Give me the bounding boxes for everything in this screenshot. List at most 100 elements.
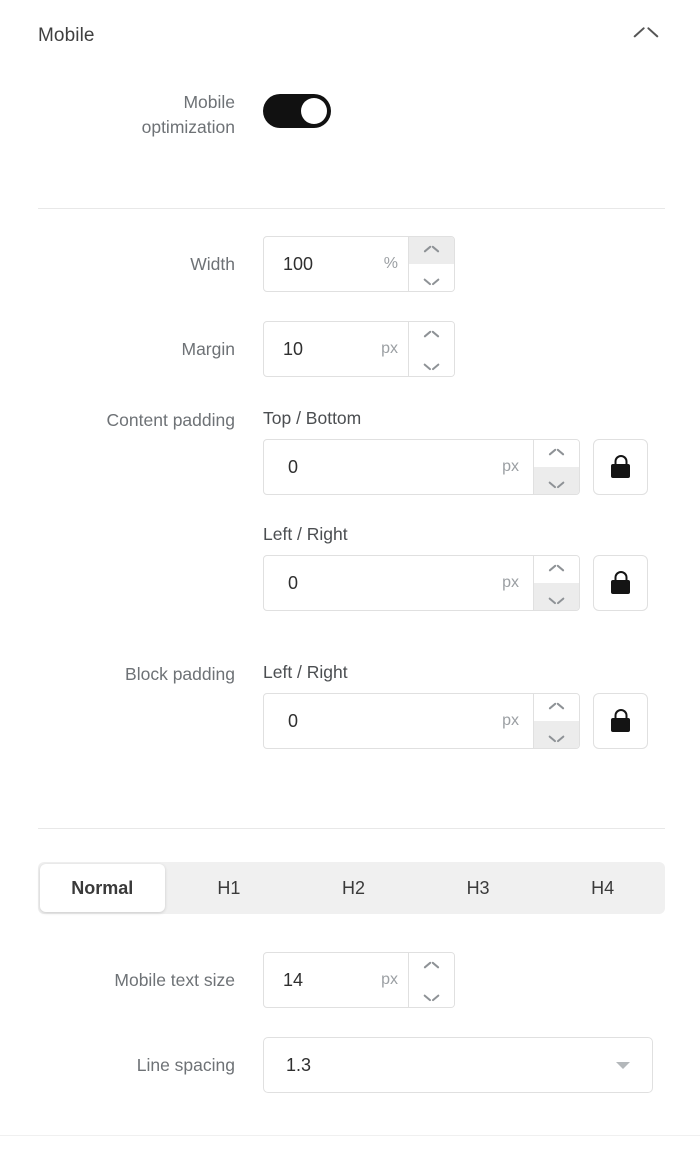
tab-h1-label: H1 — [217, 877, 241, 898]
chevron-up-icon — [424, 331, 439, 340]
lock-closed-icon — [611, 571, 630, 595]
collapse-section-button[interactable] — [626, 16, 666, 56]
width-value: 100 — [283, 253, 314, 274]
tab-h3[interactable]: H3 — [416, 862, 541, 914]
margin-unit: px — [381, 340, 398, 357]
block-padding-left-right-spinner[interactable] — [533, 694, 579, 748]
chevron-up-icon — [549, 449, 564, 458]
chevron-up-icon — [635, 30, 657, 43]
mobile-text-size-unit: px — [381, 971, 398, 988]
block-padding-label: Block padding — [125, 664, 235, 684]
lock-body — [611, 464, 630, 478]
content-padding-left-right-spinner[interactable] — [533, 556, 579, 610]
tab-h2[interactable]: H2 — [291, 862, 416, 914]
text-style-tabs: Normal H1 H2 H3 H4 — [38, 862, 665, 914]
margin-increment-button[interactable] — [409, 322, 454, 349]
content-padding-top-bottom-input[interactable]: 0 px — [264, 440, 533, 494]
width-increment-button[interactable] — [409, 237, 454, 264]
mobile-text-size-value: 14 — [283, 969, 304, 990]
block-padding-left-right-input[interactable]: 0 px — [264, 694, 533, 748]
mobile-text-size-input[interactable]: 14 px — [264, 953, 408, 1007]
width-label: Width — [190, 254, 235, 274]
block-padding-left-right-stepper[interactable]: 0 px — [263, 693, 580, 749]
mobile-text-size-spinner[interactable] — [408, 953, 454, 1007]
content-padding-top-bottom-lock-button[interactable] — [593, 439, 648, 495]
content-padding-left-right-increment-button[interactable] — [534, 556, 579, 583]
mobile-text-size-stepper[interactable]: 14 px — [263, 952, 455, 1008]
tab-normal[interactable]: Normal — [40, 864, 165, 912]
content-padding-row: Content padding Top / Bottom 0 px Left /… — [38, 407, 648, 611]
content-padding-top-bottom-increment-button[interactable] — [534, 440, 579, 467]
block-padding-left-right-unit: px — [502, 712, 519, 729]
mobile-text-size-increment-button[interactable] — [409, 953, 454, 980]
tab-h1[interactable]: H1 — [167, 862, 292, 914]
block-padding-left-right-row: 0 px — [263, 693, 648, 749]
margin-decrement-button[interactable] — [409, 349, 454, 376]
tab-normal-label: Normal — [71, 877, 134, 898]
block-padding-left-right-label: Left / Right — [263, 662, 348, 682]
chevron-up-icon — [549, 565, 564, 574]
content-padding-top-bottom-decrement-button[interactable] — [534, 467, 579, 494]
mobile-text-size-label: Mobile text size — [114, 970, 235, 990]
content-padding-top-bottom-stepper[interactable]: 0 px — [263, 439, 580, 495]
divider-top — [38, 208, 665, 209]
width-unit: % — [383, 255, 398, 272]
width-input[interactable]: 100 % — [264, 237, 408, 291]
margin-value: 10 — [283, 338, 304, 359]
width-row: Width 100 % — [38, 236, 455, 292]
caret-down-icon — [616, 1061, 630, 1069]
content-padding-top-bottom-unit: px — [502, 458, 519, 475]
margin-stepper[interactable]: 10 px — [263, 321, 455, 377]
margin-input[interactable]: 10 px — [264, 322, 408, 376]
lock-body — [611, 580, 630, 594]
line-spacing-row: Line spacing 1.3 — [38, 1037, 653, 1093]
line-spacing-select[interactable]: 1.3 — [263, 1037, 653, 1093]
content-padding-left-right-input[interactable]: 0 px — [264, 556, 533, 610]
mobile-text-size-row: Mobile text size 14 px — [38, 952, 455, 1008]
content-padding-left-right-stepper[interactable]: 0 px — [263, 555, 580, 611]
tab-h4[interactable]: H4 — [540, 862, 665, 914]
block-padding-left-right-value: 0 — [288, 710, 299, 731]
width-stepper[interactable]: 100 % — [263, 236, 455, 292]
lock-closed-icon — [611, 709, 630, 733]
content-padding-left-right-label: Left / Right — [263, 524, 348, 544]
content-padding-left-right-row: 0 px — [263, 555, 648, 611]
tab-h3-label: H3 — [466, 877, 490, 898]
content-padding-left-right-unit: px — [502, 574, 519, 591]
content-padding-top-bottom-value: 0 — [288, 456, 299, 477]
chevron-down-icon — [424, 358, 439, 367]
block-padding-row: Block padding Left / Right 0 px — [38, 661, 648, 749]
lock-body — [611, 718, 630, 732]
tab-h4-label: H4 — [591, 877, 615, 898]
content-padding-left-right-lock-button[interactable] — [593, 555, 648, 611]
chevron-down-icon — [549, 730, 564, 739]
chevron-down-icon — [424, 989, 439, 998]
block-padding-left-right-increment-button[interactable] — [534, 694, 579, 721]
panel-header: Mobile — [0, 0, 700, 72]
content-padding-top-bottom-spinner[interactable] — [533, 440, 579, 494]
mobile-optimization-row: Mobile optimization — [38, 90, 331, 140]
mobile-optimization-label-line2: optimization — [141, 117, 235, 137]
margin-label: Margin — [181, 339, 236, 359]
content-padding-top-bottom-label: Top / Bottom — [263, 408, 362, 428]
chevron-down-icon — [424, 273, 439, 282]
mobile-text-size-decrement-button[interactable] — [409, 980, 454, 1007]
width-spinner[interactable] — [408, 237, 454, 291]
chevron-up-icon — [424, 962, 439, 971]
divider-bottom — [0, 1135, 700, 1136]
chevron-down-icon — [549, 476, 564, 485]
divider-before-tabs — [38, 828, 665, 829]
block-padding-left-right-lock-button[interactable] — [593, 693, 648, 749]
mobile-optimization-label: Mobile optimization — [38, 90, 235, 140]
line-spacing-value: 1.3 — [286, 1054, 312, 1075]
width-decrement-button[interactable] — [409, 264, 454, 291]
margin-spinner[interactable] — [408, 322, 454, 376]
chevron-down-icon — [549, 592, 564, 601]
mobile-optimization-label-line1: Mobile — [183, 92, 235, 112]
mobile-optimization-toggle[interactable] — [263, 94, 331, 128]
line-spacing-label: Line spacing — [136, 1055, 235, 1075]
toggle-knob — [301, 98, 327, 124]
content-padding-top-bottom-row: 0 px — [263, 439, 648, 495]
content-padding-left-right-decrement-button[interactable] — [534, 583, 579, 610]
block-padding-left-right-decrement-button[interactable] — [534, 721, 579, 748]
